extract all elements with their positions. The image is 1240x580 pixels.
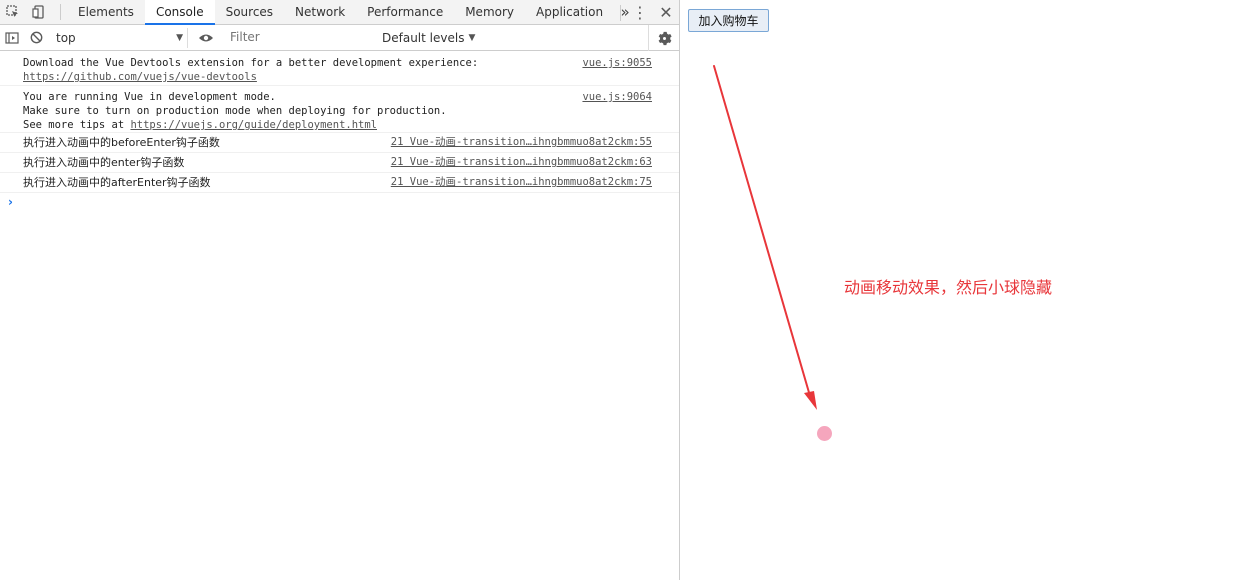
console-output: Download the Vue Devtools extension for … [0, 52, 679, 211]
log-levels-dropdown-icon: ▼ [468, 32, 476, 43]
devtools-panel: Elements Console Sources Network Perform… [0, 0, 680, 580]
animated-ball [817, 426, 832, 441]
clear-console-icon[interactable] [24, 26, 48, 50]
message-source-link[interactable]: vue.js:9064 [582, 90, 652, 104]
live-expression-eye-icon[interactable] [194, 26, 218, 50]
tabbar-divider [60, 4, 61, 20]
console-prompt[interactable]: › [0, 193, 679, 211]
log-source-link[interactable]: 21 Vue-动画-transition…ihngbmmuo8at2ckm:63 [391, 153, 652, 172]
device-toolbar-icon[interactable] [26, 0, 52, 25]
log-text: 执行进入动画中的afterEnter钩子函数 [23, 176, 211, 189]
log-levels-dropdown[interactable]: Default levels ▼ [382, 31, 475, 45]
inspect-element-icon[interactable] [0, 0, 26, 25]
tab-elements[interactable]: Elements [67, 0, 145, 25]
deployment-guide-link[interactable]: https://vuejs.org/guide/deployment.html [130, 119, 377, 131]
annotation-text: 动画移动效果，然后小球隐藏 [844, 278, 1053, 297]
page-viewport: 加入购物车 动画移动效果，然后小球隐藏 [681, 0, 1240, 580]
console-filter-input[interactable] [226, 28, 376, 47]
vue-devtools-link[interactable]: https://github.com/vuejs/vue-devtools [23, 71, 257, 83]
console-message-devtools-tip: Download the Vue Devtools extension for … [0, 52, 679, 86]
log-source-link[interactable]: 21 Vue-动画-transition…ihngbmmuo8at2ckm:55 [391, 133, 652, 152]
sidebar-toggle-icon[interactable] [0, 26, 24, 50]
message-text: You are running Vue in development mode. [23, 91, 276, 103]
console-toolbar: top ▼ Default levels ▼ [0, 25, 679, 51]
devtools-tabbar: Elements Console Sources Network Perform… [0, 0, 679, 25]
tab-application[interactable]: Application [525, 0, 614, 25]
tabbar-divider-right [620, 4, 621, 21]
tab-console[interactable]: Console [144, 0, 215, 25]
message-text: Make sure to turn on production mode whe… [23, 105, 447, 117]
customize-menu-icon[interactable]: ⋮ [627, 3, 653, 22]
log-text: 执行进入动画中的enter钩子函数 [23, 156, 185, 169]
console-log-row: 执行进入动画中的afterEnter钩子函数 21 Vue-动画-transit… [0, 173, 679, 193]
log-levels-label: Default levels [382, 30, 465, 45]
log-source-link[interactable]: 21 Vue-动画-transition…ihngbmmuo8at2ckm:75 [391, 173, 652, 192]
message-text-line: See more tips at https://vuejs.org/guide… [23, 118, 655, 132]
message-text: Download the Vue Devtools extension for … [23, 57, 479, 69]
context-selector-value: top [56, 30, 76, 45]
context-dropdown-icon: ▼ [176, 32, 183, 43]
message-link-prefix: See more tips at [23, 119, 131, 131]
tabbar-right-controls: ⋮ ✕ [612, 0, 679, 25]
tab-performance[interactable]: Performance [356, 0, 454, 25]
tab-memory[interactable]: Memory [454, 0, 525, 25]
log-text: 执行进入动画中的beforeEnter钩子函数 [23, 136, 220, 149]
gear-icon[interactable] [649, 26, 679, 50]
tab-sources[interactable]: Sources [215, 0, 284, 25]
console-settings-area [648, 25, 679, 51]
console-log-row: 执行进入动画中的beforeEnter钩子函数 21 Vue-动画-transi… [0, 133, 679, 153]
message-source-link[interactable]: vue.js:9055 [582, 56, 652, 70]
context-selector[interactable]: top ▼ [52, 27, 188, 48]
console-message-dev-mode: You are running Vue in development mode.… [0, 86, 679, 133]
close-devtools-icon[interactable]: ✕ [653, 3, 679, 22]
tab-network[interactable]: Network [284, 0, 356, 25]
console-log-row: 执行进入动画中的enter钩子函数 21 Vue-动画-transition…i… [0, 153, 679, 173]
